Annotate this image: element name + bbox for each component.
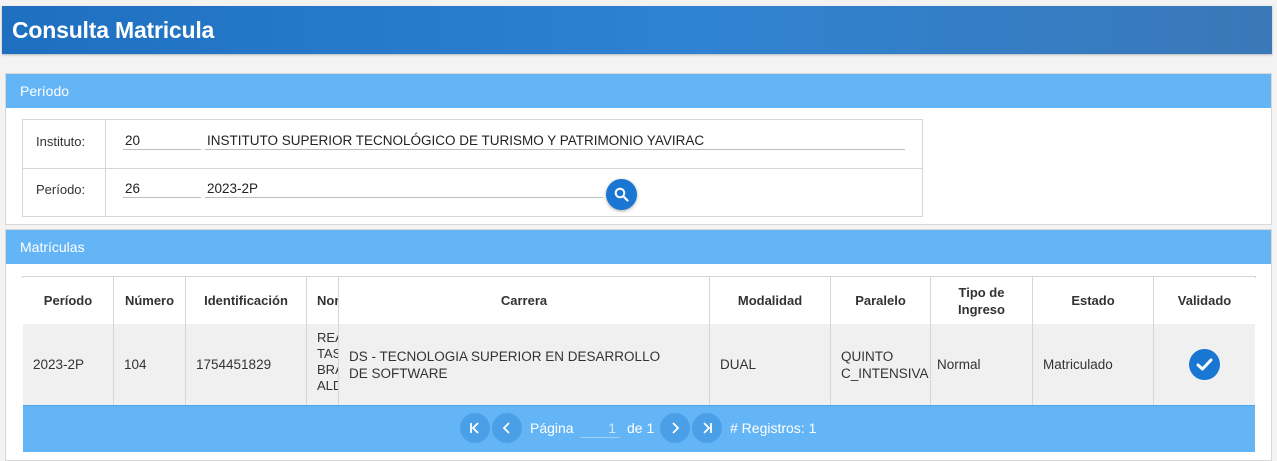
cell-carrera: DS - TECNOLOGIA SUPERIOR EN DESARROLLO D… [339, 324, 710, 405]
search-icon [614, 187, 629, 202]
cell-periodo: 2023-2P [23, 324, 114, 405]
column-header-estado[interactable]: Estado [1033, 277, 1154, 324]
cell-tipo-ingreso: Normal [931, 324, 1033, 405]
cell-modalidad: DUAL [710, 324, 831, 405]
search-button[interactable] [606, 179, 637, 210]
paginator: Página 1 de 1 # Registros: 1 [23, 405, 1255, 452]
matriculas-table: Período Número Identificación Nor Carrer… [22, 276, 1256, 452]
prev-page-button[interactable] [492, 413, 522, 443]
instituto-label: Instituto: [23, 120, 106, 168]
cell-estado: Matriculado [1033, 324, 1154, 405]
cell-identificacion: 1754451829 [186, 324, 307, 405]
periodo-row: Período: 26 2023-2P [23, 168, 922, 216]
column-header-nombre[interactable]: Nor [307, 277, 339, 324]
column-header-modalidad[interactable]: Modalidad [710, 277, 831, 324]
records-count: # Registros: 1 [730, 420, 817, 436]
instituto-code-field[interactable]: 20 [123, 132, 201, 150]
chevron-right-icon [672, 422, 680, 434]
column-header-paralelo[interactable]: Paralelo [831, 277, 931, 324]
cell-numero: 104 [114, 324, 186, 405]
column-header-validado[interactable]: Validado [1154, 277, 1255, 324]
cell-nombre: REA TAS BRA ALD [307, 324, 339, 405]
column-header-identificacion[interactable]: Identificación [186, 277, 307, 324]
chevron-left-icon [502, 422, 510, 434]
first-page-button[interactable] [460, 413, 490, 443]
page-label: Página [530, 420, 574, 436]
periodo-name-field[interactable]: 2023-2P [205, 180, 603, 198]
instituto-name-field[interactable]: INSTITUTO SUPERIOR TECNOLÓGICO DE TURISM… [205, 132, 905, 150]
next-page-button[interactable] [660, 413, 690, 443]
page-input[interactable]: 1 [580, 418, 620, 438]
cell-validado [1154, 324, 1255, 405]
column-header-numero[interactable]: Número [114, 277, 186, 324]
column-header-periodo[interactable]: Período [23, 277, 114, 324]
table-row[interactable]: 2023-2P 104 1754451829 REA TAS BRA ALD D… [23, 324, 1255, 405]
cell-paralelo: QUINTO C_INTENSIVA [831, 324, 931, 405]
first-page-icon [470, 422, 479, 434]
periodo-panel: Período Instituto: 20 INSTITUTO SUPERIOR… [5, 73, 1272, 225]
periodo-panel-header: Período [6, 74, 1271, 108]
last-page-icon [703, 422, 712, 434]
periodo-label: Período: [23, 168, 106, 216]
periodo-form: Instituto: 20 INSTITUTO SUPERIOR TECNOLÓ… [22, 119, 923, 217]
page-of-label: de 1 [627, 420, 655, 436]
table-header: Período Número Identificación Nor Carrer… [23, 277, 1255, 325]
instituto-row: Instituto: 20 INSTITUTO SUPERIOR TECNOLÓ… [23, 120, 922, 169]
check-circle-icon [1189, 349, 1220, 380]
matriculas-panel: Matrículas Período Número Identificación… [5, 229, 1272, 461]
last-page-button[interactable] [692, 413, 722, 443]
column-header-carrera[interactable]: Carrera [339, 277, 710, 324]
column-header-tipo-ingreso[interactable]: Tipo de Ingreso [931, 277, 1033, 324]
matriculas-panel-header: Matrículas [6, 230, 1271, 264]
periodo-code-field[interactable]: 26 [123, 180, 201, 198]
page-title: Consulta Matricula [12, 17, 215, 43]
title-bar: Consulta Matricula [2, 6, 1272, 54]
